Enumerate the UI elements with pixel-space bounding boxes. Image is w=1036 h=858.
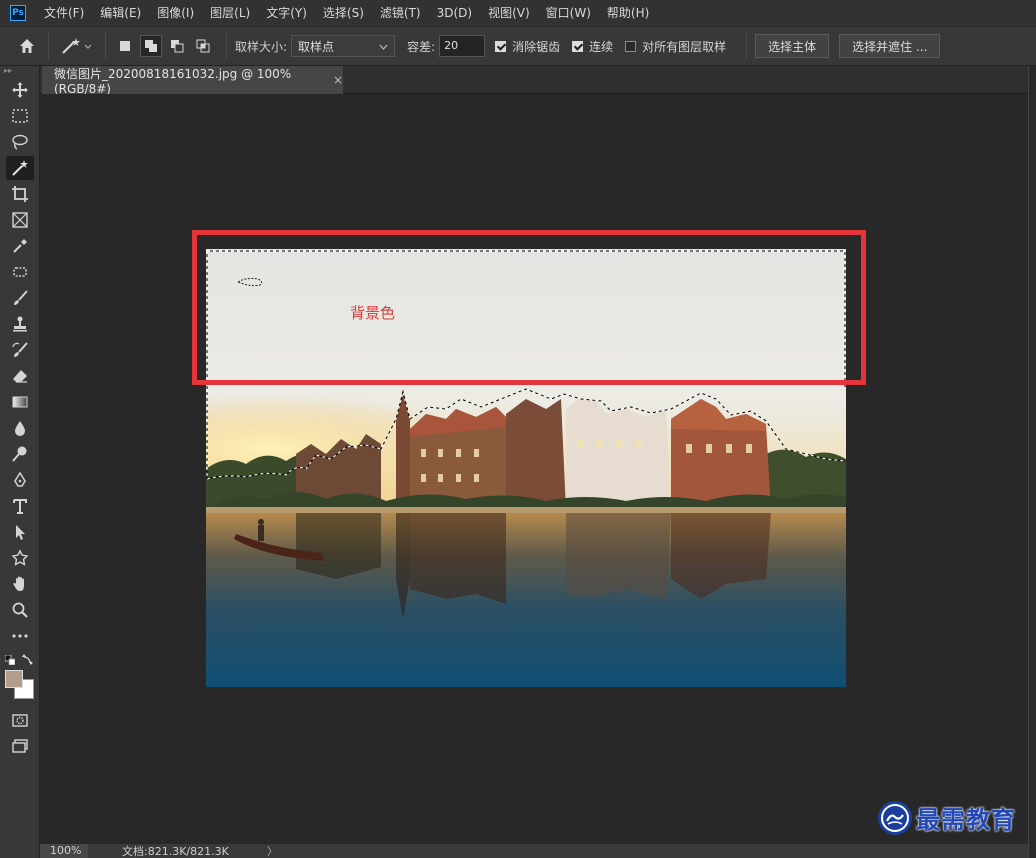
dodge-icon[interactable] xyxy=(6,442,34,466)
home-icon[interactable] xyxy=(14,34,40,58)
menu-edit[interactable]: 编辑(E) xyxy=(92,0,149,26)
swap-colors-icon[interactable] xyxy=(22,653,34,665)
checkbox-checked-icon xyxy=(572,40,584,52)
menu-image[interactable]: 图像(I) xyxy=(149,0,202,26)
menu-filter[interactable]: 滤镜(T) xyxy=(372,0,429,26)
chevron-right-icon[interactable]: 〉 xyxy=(267,843,278,858)
watermark-logo-icon xyxy=(878,800,912,835)
separator xyxy=(226,33,227,59)
new-selection-icon[interactable] xyxy=(114,35,136,57)
document-tab-title: 微信图片_20200818161032.jpg @ 100%(RGB/8#) xyxy=(54,66,292,96)
history-brush-icon[interactable] xyxy=(6,338,34,362)
menu-file[interactable]: 文件(F) xyxy=(36,0,92,26)
document-tab-bar: 微信图片_20200818161032.jpg @ 100%(RGB/8#) × xyxy=(40,66,1028,96)
status-bar: 100% 文档:821.3K/821.3K 〉 xyxy=(40,844,1028,858)
shape-icon[interactable] xyxy=(6,546,34,570)
tools-panel: ▸▸ xyxy=(0,66,40,858)
patch-icon[interactable] xyxy=(6,260,34,284)
frame-icon[interactable] xyxy=(6,208,34,232)
add-selection-icon[interactable] xyxy=(140,35,162,57)
tolerance-input[interactable]: 20 xyxy=(439,35,486,57)
menu-bar: Ps 文件(F) 编辑(E) 图像(I) 图层(L) 文字(Y) 选择(S) 滤… xyxy=(0,0,1036,26)
default-colors-icon[interactable] xyxy=(4,654,16,666)
menu-view[interactable]: 视图(V) xyxy=(480,0,538,26)
contiguous-label: 连续 xyxy=(589,39,614,54)
chevron-down-icon xyxy=(379,39,388,53)
subtract-selection-icon[interactable] xyxy=(166,35,188,57)
foreground-color-swatch[interactable] xyxy=(5,670,23,688)
checkbox-checked-icon xyxy=(495,40,507,52)
antialias-label: 消除锯齿 xyxy=(512,39,561,54)
stamp-icon[interactable] xyxy=(6,312,34,336)
zoom-icon[interactable] xyxy=(6,598,34,622)
more-icon[interactable] xyxy=(6,624,34,648)
checkbox-unchecked-icon xyxy=(625,40,637,52)
annotation-label: 背景色 xyxy=(350,304,396,322)
separator xyxy=(48,33,49,59)
hand-icon[interactable] xyxy=(6,572,34,596)
contiguous-checkbox[interactable]: 连续 xyxy=(572,38,613,55)
eraser-icon[interactable] xyxy=(6,364,34,388)
document-info: 文档:821.3K/821.3K xyxy=(122,845,229,858)
sample-all-layers-checkbox[interactable]: 对所有图层取样 xyxy=(625,38,726,55)
magic-wand-icon[interactable] xyxy=(6,156,34,180)
document-tab[interactable]: 微信图片_20200818161032.jpg @ 100%(RGB/8#) × xyxy=(42,66,343,96)
sample-size-select[interactable]: 取样点 xyxy=(291,35,396,57)
watermark: 最需教育 xyxy=(878,800,1016,835)
sample-size-label: 取样大小: xyxy=(235,39,288,54)
tolerance-label: 容差: xyxy=(407,39,436,54)
pen-icon[interactable] xyxy=(6,468,34,492)
zoom-level-field[interactable]: 100% xyxy=(40,844,88,858)
right-panel-edge[interactable] xyxy=(1028,66,1036,858)
separator xyxy=(105,33,106,59)
separator xyxy=(746,33,748,59)
menu-help[interactable]: 帮助(H) xyxy=(599,0,657,26)
sample-size-value: 取样点 xyxy=(298,39,335,54)
antialias-checkbox[interactable]: 消除锯齿 xyxy=(495,38,560,55)
crop-icon[interactable] xyxy=(6,182,34,206)
path-select-icon[interactable] xyxy=(6,520,34,544)
brush-icon[interactable] xyxy=(6,286,34,310)
screen-mode-icon[interactable] xyxy=(6,734,34,758)
watermark-text: 最需教育 xyxy=(916,806,1016,834)
lasso-icon[interactable] xyxy=(6,130,34,154)
marquee-icon[interactable] xyxy=(6,104,34,128)
menu-select[interactable]: 选择(S) xyxy=(315,0,372,26)
menu-window[interactable]: 窗口(W) xyxy=(538,0,599,26)
eyedropper-icon[interactable] xyxy=(6,234,34,258)
magic-wand-preset-icon[interactable] xyxy=(57,34,97,58)
menu-layer[interactable]: 图层(L) xyxy=(202,0,258,26)
intersect-selection-icon[interactable] xyxy=(192,35,214,57)
select-subject-button[interactable]: 选择主体 xyxy=(755,34,830,58)
close-icon[interactable]: × xyxy=(333,73,343,87)
menu-3d[interactable]: 3D(D) xyxy=(429,0,480,26)
panel-grip-icon[interactable]: ▸▸ xyxy=(0,66,39,76)
photoshop-logo-icon: Ps xyxy=(10,5,26,21)
select-and-mask-button[interactable]: 选择并遮住 ... xyxy=(839,34,941,58)
menu-type[interactable]: 文字(Y) xyxy=(258,0,315,26)
canvas-area[interactable]: 背景色 xyxy=(40,94,1028,844)
move-icon[interactable] xyxy=(6,78,34,102)
color-swatches xyxy=(0,650,40,706)
gradient-icon[interactable] xyxy=(6,390,34,414)
quick-mask-icon[interactable] xyxy=(6,708,34,732)
annotation-rectangle xyxy=(192,230,866,385)
sample-all-layers-label: 对所有图层取样 xyxy=(642,39,727,54)
blur-icon[interactable] xyxy=(6,416,34,440)
options-bar: 取样大小: 取样点 容差: 20 消除锯齿 连续 对所有图层取样 选择主体 选择… xyxy=(0,26,1036,66)
type-icon[interactable] xyxy=(6,494,34,518)
